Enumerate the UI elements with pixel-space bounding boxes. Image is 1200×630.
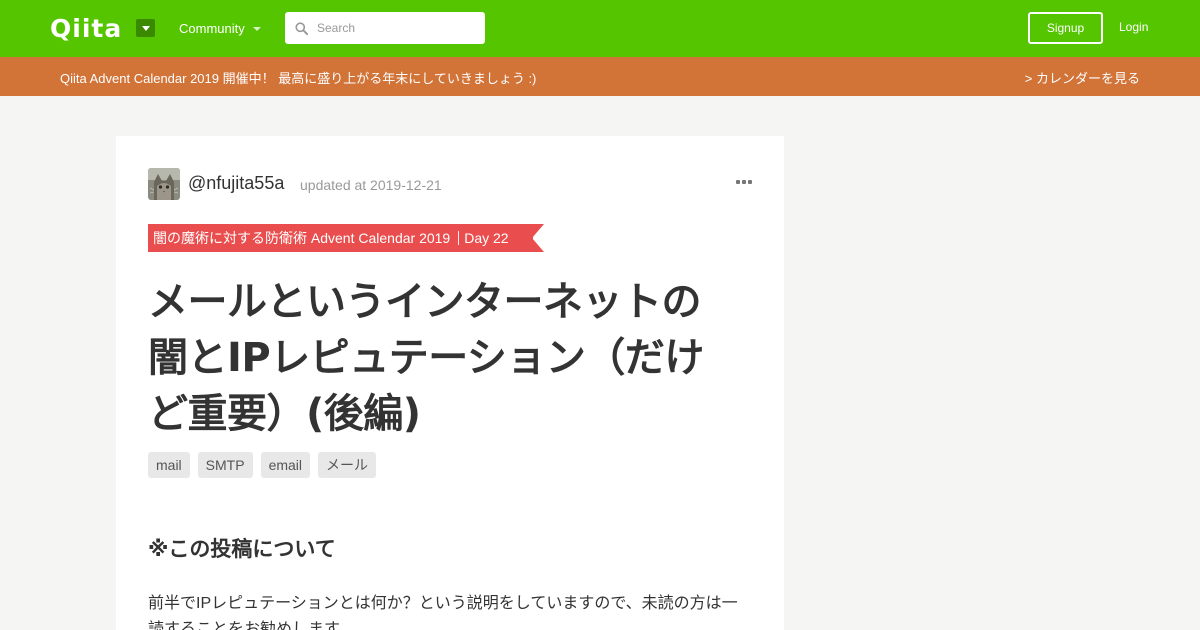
search-input[interactable] [317, 21, 477, 35]
advent-calendar-banner: Qiita Advent Calendar 2019 開催中！ 最高に盛り上がる… [0, 57, 1200, 96]
more-options-button[interactable] [736, 180, 752, 184]
calendar-name: 闇の魔術に対する防衛術 Advent Calendar 2019 [153, 230, 451, 246]
search-box[interactable] [285, 12, 485, 44]
title-line: メールというインターネットの [148, 279, 702, 325]
login-link[interactable]: Login [1119, 20, 1148, 34]
updated-date: updated at 2019-12-21 [300, 177, 442, 193]
ribbon-divider [458, 231, 460, 245]
advent-calendar-ribbon[interactable]: 闇の魔術に対する防衛術 Advent Calendar 2019 Day 22 [148, 224, 544, 252]
chevron-down-icon [252, 26, 261, 31]
author-username[interactable]: @nfujita55a [188, 173, 284, 194]
article-paragraph: 前半でIPレピュテーションとは何か？という説明をしていますので、未読の方は一読す… [148, 595, 738, 630]
ribbon-tail [531, 224, 544, 252]
tag-mail[interactable]: mail [148, 452, 190, 478]
dot [736, 180, 740, 184]
signup-button[interactable]: Signup [1028, 12, 1103, 44]
tag-email[interactable]: email [260, 452, 311, 478]
community-menu[interactable]: Community [179, 21, 261, 36]
avatar[interactable] [148, 168, 180, 200]
author-avatar-image [148, 168, 180, 200]
qiita-logo[interactable]: Qiita [50, 13, 123, 43]
tag-mail-jp[interactable]: メール [318, 452, 377, 478]
article-title: メールというインターネットの 闇とIPレピュテーション（だけ ど重要）(後編) [148, 274, 748, 442]
dot [742, 180, 746, 184]
title-line: ど重要）(後編) [148, 391, 421, 437]
service-menu-button[interactable] [136, 19, 155, 37]
title-line: 闇とIPレピュテーション（だけ [148, 335, 704, 381]
search-icon [295, 21, 308, 35]
logo-text: Qiita [50, 13, 123, 43]
chevron-down-icon [141, 25, 150, 31]
community-label: Community [179, 21, 245, 36]
tag-smtp[interactable]: SMTP [197, 452, 253, 478]
banner-text: Qiita Advent Calendar 2019 開催中！ 最高に盛り上がる… [60, 71, 537, 86]
ribbon-body: 闇の魔術に対する防衛術 Advent Calendar 2019 Day 22 [148, 224, 533, 252]
calendar-day: Day 22 [464, 230, 509, 246]
global-header: Qiita Community Signup Login [0, 0, 1200, 57]
article-card: @nfujita55a updated at 2019-12-21 闇の魔術に対… [116, 136, 784, 630]
view-calendar-link[interactable]: > カレンダーを見る [1025, 68, 1140, 87]
section-heading: ※この投稿について [148, 537, 336, 561]
tag-list: mail SMTP email メール [148, 452, 377, 478]
dot [748, 180, 752, 184]
